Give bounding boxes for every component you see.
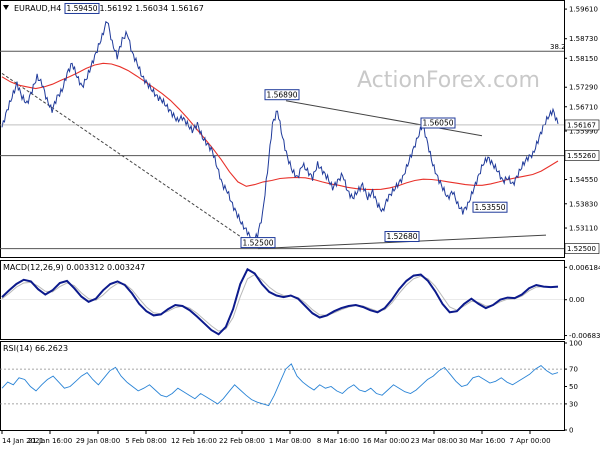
price-y-tick-label: 1.56710 — [569, 103, 598, 111]
annotation-label: 1.59450 — [66, 4, 97, 13]
rsi-line — [1, 363, 559, 407]
forex-chart: ActionForex.com EURAUD,H4 1.56050 1.5619… — [0, 0, 600, 445]
price-y-tick-label: 1.57290 — [569, 84, 598, 92]
macd-panel: 0.0061840.00-0.006837 — [0, 264, 600, 340]
time-tick-label: 5 Feb 08:00 — [125, 437, 166, 445]
price-axis-box-label: 1.52500 — [567, 245, 596, 253]
macd-y-tick-label: 0.006184 — [569, 264, 600, 272]
rsi-panel: 100 70 50 30 0 — [0, 340, 582, 435]
rsi-y-tick-label: 70 — [569, 366, 578, 374]
price-y-tick-label: 1.58730 — [569, 35, 598, 43]
time-tick-label: 8 Mar 16:00 — [317, 437, 359, 445]
time-tick-label: 7 Apr 00:00 — [509, 437, 550, 445]
current-price-label: 1.56167 — [567, 121, 596, 129]
price-y-tick-label: 1.53830 — [569, 200, 598, 208]
time-tick-label: 12 Feb 16:00 — [171, 437, 217, 445]
price-y-tick-label: 1.53110 — [569, 225, 598, 233]
time-tick-label: 29 Jan 08:00 — [76, 437, 120, 445]
annotation-label: 1.56050 — [422, 119, 453, 128]
time-tick-label: 1 Mar 08:00 — [269, 437, 311, 445]
annotation-label: 1.56890 — [266, 90, 297, 99]
price-y-tick-label: 1.58150 — [569, 55, 598, 63]
rsi-y-tick-label: 30 — [569, 400, 578, 408]
price-axis-box-label: 1.55260 — [567, 152, 596, 160]
annotation-label: 1.52680 — [386, 232, 417, 241]
time-tick-label: 16 Mar 00:00 — [363, 437, 410, 445]
price-title-arrow-icon — [3, 5, 9, 10]
time-tick-label: 23 Mar 08:00 — [411, 437, 458, 445]
level-line-label: 38.2 — [550, 43, 566, 51]
price-panel: 1.596101.587301.581501.572901.567101.559… — [0, 2, 600, 254]
macd-signal-line — [1, 274, 558, 332]
price-y-tick-label: 1.59610 — [569, 6, 598, 14]
rsi-y-tick-label: 50 — [569, 383, 578, 391]
rsi-title: RSI(14) 66.2623 — [3, 344, 68, 353]
price-title: EURAUD,H4 1.56050 1.56192 1.56034 1.5616… — [14, 4, 204, 13]
annotation-label: 1.53550 — [474, 203, 505, 212]
price-y-tick-label: 1.54550 — [569, 176, 598, 184]
rsi-y-tick-label: 100 — [569, 340, 582, 348]
annotation-label: 1.52500 — [242, 238, 273, 247]
macd-title: MACD(12,26,9) 0.003312 0.003247 — [3, 263, 145, 272]
rsi-y-tick-label: 0 — [569, 427, 573, 435]
rsi-panel-frame — [0, 341, 565, 431]
trendline — [1, 73, 259, 249]
macd-y-tick-label: 0.00 — [569, 296, 585, 304]
time-tick-label: 22 Feb 08:00 — [219, 437, 265, 445]
time-tick-label: 21 Jan 16:00 — [28, 437, 72, 445]
price-panel-frame — [0, 0, 565, 258]
macd-line — [1, 267, 559, 336]
watermark: ActionForex.com — [357, 68, 540, 93]
time-axis: 14 Jan 202121 Jan 16:00 29 Jan 08:00 5 Feb… — [1, 430, 551, 445]
time-tick-label: 30 Mar 16:00 — [459, 437, 506, 445]
